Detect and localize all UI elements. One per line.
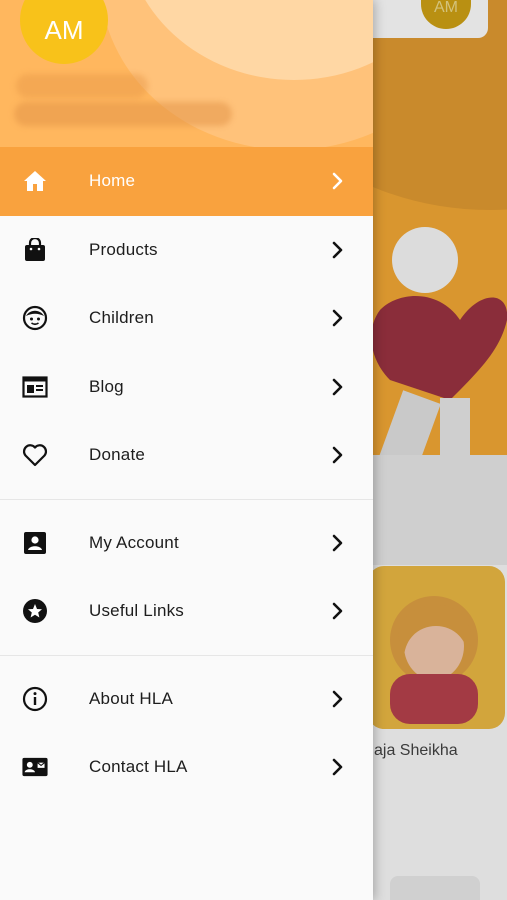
chevron-right-icon [330,377,346,397]
menu-item-label: About HLA [89,688,174,708]
account-box-icon [22,530,48,556]
menu-item-label: Donate [89,445,146,465]
chevron-right-icon [330,171,346,191]
user-avatar[interactable]: AM [20,0,108,64]
menu-divider [0,654,373,656]
background-bottom-element [390,876,480,900]
chevron-right-icon [330,689,346,709]
background-illustration-heart [371,296,507,470]
info-icon [22,686,48,712]
shopping-bag-icon [22,237,48,263]
chevron-right-icon [330,445,346,465]
user-name-blurred [16,74,148,98]
chevron-right-icon [330,308,346,328]
heart-icon [22,442,48,468]
star-circle-icon [22,598,48,624]
chevron-right-icon [330,240,346,260]
menu-item-my-account[interactable]: My Account [0,509,373,578]
menu-item-blog[interactable]: Blog [0,353,373,422]
chevron-right-icon [330,757,346,777]
menu-item-about-hla[interactable]: About HLA [0,665,373,734]
menu-item-contact-hla[interactable]: Contact HLA [0,733,373,802]
newspaper-icon [22,374,48,400]
menu-item-useful-links[interactable]: Useful Links [0,577,373,646]
background-child-card [368,566,505,729]
menu-item-label: Contact HLA [89,757,188,777]
menu-item-home[interactable]: Home [0,147,373,216]
menu-item-label: Home [89,171,136,191]
contact-card-icon [22,754,48,780]
drawer-menu: Home Products Children Blog Donate My Ac… [0,147,373,802]
chevron-right-icon [330,601,346,621]
menu-item-label: Blog [89,376,124,396]
menu-item-products[interactable]: Products [0,216,373,285]
menu-item-donate[interactable]: Donate [0,421,373,490]
menu-item-label: My Account [89,532,179,552]
home-icon [22,168,48,194]
menu-item-label: Useful Links [89,601,184,621]
child-face-icon [22,305,48,331]
navigation-drawer: AM Home Products Children Blog Donate My… [0,0,373,900]
chevron-right-icon [330,533,346,553]
menu-item-children[interactable]: Children [0,284,373,353]
menu-divider [0,498,373,500]
background-card-name: aja Sheikha [374,742,458,759]
drawer-header: AM [0,0,373,147]
user-email-blurred [14,102,232,126]
menu-item-label: Products [89,239,158,259]
menu-item-label: Children [89,308,154,328]
